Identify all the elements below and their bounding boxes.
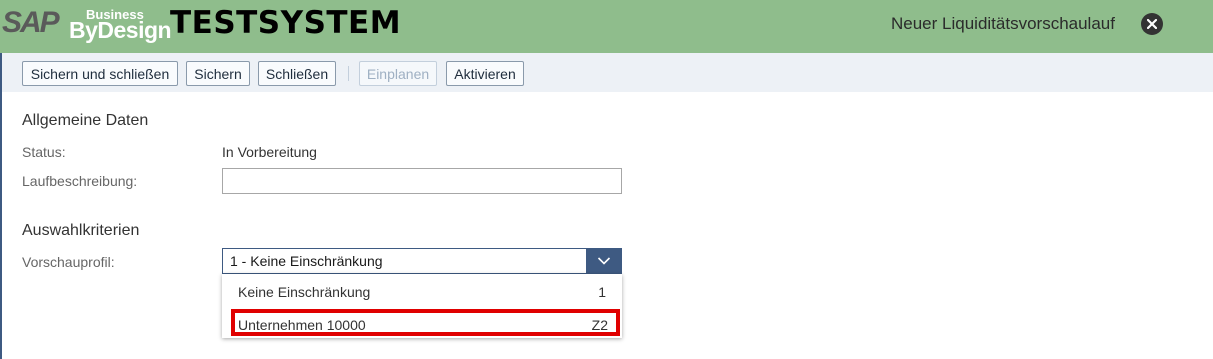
- sap-bydesign-logo: SAP Business ByDesign: [2, 2, 172, 48]
- chevron-down-icon: [597, 257, 611, 265]
- activate-button[interactable]: Aktivieren: [446, 61, 524, 86]
- logo-bydesign-text: ByDesign: [69, 17, 172, 43]
- close-icon: [1147, 19, 1157, 29]
- status-label: Status:: [22, 144, 66, 160]
- dropdown-option-highlighted[interactable]: Unternehmen 10000 Z2: [231, 309, 620, 336]
- status-value: In Vorbereitung: [222, 144, 317, 160]
- option-code: 1: [598, 284, 606, 300]
- window-title: Neuer Liquiditätsvorschaulauf: [891, 14, 1115, 33]
- preview-profile-value: 1 - Keine Einschränkung: [230, 253, 383, 269]
- selection-criteria-title: Auswahlkriterien: [22, 222, 140, 239]
- toolbar-separator: [348, 66, 349, 81]
- preview-profile-select[interactable]: 1 - Keine Einschränkung: [222, 248, 622, 274]
- left-edge-bar: [0, 53, 2, 359]
- preview-profile-label: Vorschauprofil:: [22, 254, 115, 270]
- description-input[interactable]: [222, 168, 622, 194]
- system-title: TESTSYSTEM: [170, 5, 402, 41]
- description-label: Laufbeschreibung:: [22, 173, 138, 189]
- dropdown-toggle-button[interactable]: [586, 248, 622, 274]
- schedule-button[interactable]: Einplanen: [359, 61, 437, 86]
- dropdown-option[interactable]: Keine Einschränkung 1: [222, 275, 622, 305]
- app-header: SAP Business ByDesign TESTSYSTEM Neuer L…: [0, 0, 1213, 53]
- option-code: Z2: [591, 317, 608, 333]
- save-button[interactable]: Sichern: [186, 61, 250, 86]
- save-and-close-button[interactable]: Sichern und schließen: [22, 61, 178, 86]
- preview-profile-dropdown: Keine Einschränkung 1 Unternehmen 10000 …: [222, 274, 622, 338]
- close-button[interactable]: [1141, 13, 1163, 35]
- option-label: Unternehmen 10000: [238, 317, 366, 333]
- general-data-title: Allgemeine Daten: [22, 112, 149, 129]
- toolbar: Sichern und schließen Sichern Schließen …: [2, 53, 1213, 92]
- option-label: Keine Einschränkung: [238, 284, 371, 300]
- close-text-button[interactable]: Schließen: [258, 61, 336, 86]
- logo-sap-text: SAP: [2, 6, 60, 39]
